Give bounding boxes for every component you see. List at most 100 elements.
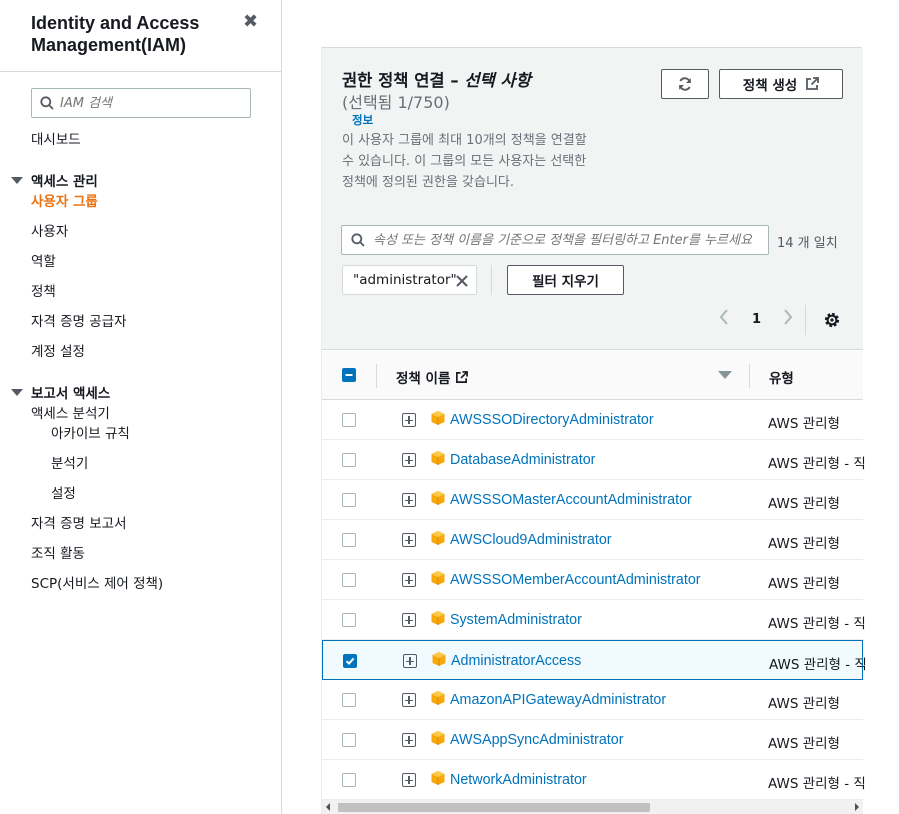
policy-name-link[interactable]: AWSSSOMemberAccountAdministrator xyxy=(450,572,701,588)
policy-filter-input[interactable] xyxy=(373,232,763,248)
create-policy-label: 정책 생성 xyxy=(742,78,798,94)
expand-row-icon[interactable] xyxy=(402,733,416,747)
table-row[interactable]: NetworkAdministrator AWS 관리형 - 직 xyxy=(322,760,866,800)
expand-row-icon[interactable] xyxy=(402,493,416,507)
policy-name-link[interactable]: AWSAppSyncAdministrator xyxy=(450,732,623,748)
selected-count: (선택됨 1/750) xyxy=(342,93,450,112)
sidebar-item-dashboard[interactable]: 대시보드 xyxy=(31,128,81,148)
horizontal-scrollbar[interactable] xyxy=(322,800,863,814)
check-icon xyxy=(345,657,355,666)
create-policy-button[interactable]: 정책 생성 xyxy=(719,69,843,99)
refresh-button[interactable] xyxy=(661,69,709,99)
sidebar-item-scps[interactable]: SCP(서비스 제어 정책) xyxy=(31,572,163,592)
expand-row-icon[interactable] xyxy=(402,693,416,707)
sort-down-icon[interactable] xyxy=(718,371,732,379)
table-row[interactable]: AWSSSOMemberAccountAdministrator AWS 관리형 xyxy=(322,560,863,600)
divider xyxy=(491,265,492,295)
policy-name-link[interactable]: AmazonAPIGatewayAdministrator xyxy=(450,692,666,708)
policy-name-link[interactable]: AdministratorAccess xyxy=(451,653,581,669)
page-number[interactable]: 1 xyxy=(752,312,761,327)
table-row[interactable]: AWSSSODirectoryAdministrator AWS 관리형 xyxy=(322,400,863,440)
sidebar-item-organization-activity[interactable]: 조직 활동 xyxy=(31,542,85,562)
sidebar-item-account-settings[interactable]: 계정 설정 xyxy=(31,340,85,360)
close-sidebar-icon[interactable]: ✖ xyxy=(243,12,259,32)
sidebar-header: Identity and Access Management(IAM) ✖ xyxy=(0,0,281,72)
filter-token: "administrator" xyxy=(342,265,477,295)
table-row[interactable]: AmazonAPIGatewayAdministrator AWS 관리형 xyxy=(322,680,863,720)
expand-row-icon[interactable] xyxy=(402,533,416,547)
column-divider xyxy=(749,364,750,388)
expand-row-icon[interactable] xyxy=(402,573,416,587)
sidebar-item-identity-providers[interactable]: 자격 증명 공급자 xyxy=(31,310,127,330)
row-checkbox[interactable] xyxy=(343,654,357,668)
policy-type: AWS 관리형 - 직 xyxy=(769,657,867,673)
policy-icon xyxy=(431,571,445,585)
column-header-policy-name[interactable]: 정책 이름 xyxy=(396,367,469,387)
row-checkbox[interactable] xyxy=(342,533,356,547)
policy-type: AWS 관리형 - 직 xyxy=(768,776,866,792)
sidebar-item-archive-rules[interactable]: 아카이브 규칙 xyxy=(51,422,130,442)
iam-search-input[interactable] xyxy=(60,95,230,111)
expand-row-icon[interactable] xyxy=(402,453,416,467)
external-link-icon xyxy=(806,77,820,90)
sidebar-item-users[interactable]: 사용자 xyxy=(31,220,68,240)
policy-name-link[interactable]: AWSCloud9Administrator xyxy=(450,532,612,548)
policy-name-link[interactable]: AWSSSODirectoryAdministrator xyxy=(450,412,654,428)
scrollbar-thumb[interactable] xyxy=(338,803,650,812)
sidebar-item-policies[interactable]: 정책 xyxy=(31,280,56,300)
panel-description: 이 사용자 그룹에 최대 10개의 정책을 연결할 수 있습니다. 이 그룹의 … xyxy=(342,133,587,190)
row-checkbox[interactable] xyxy=(342,693,356,707)
sidebar-item-user-groups[interactable]: 사용자 그룹 xyxy=(31,190,98,210)
chevron-right-icon[interactable] xyxy=(782,308,794,326)
policy-type: AWS 관리형 xyxy=(768,416,840,432)
scroll-right-arrow-icon[interactable] xyxy=(855,803,859,811)
policy-name-link[interactable]: AWSSSOMasterAccountAdministrator xyxy=(450,492,692,508)
policy-icon xyxy=(431,491,445,505)
row-checkbox[interactable] xyxy=(342,773,356,787)
divider xyxy=(805,305,806,335)
policy-filter[interactable] xyxy=(341,225,769,255)
row-checkbox[interactable] xyxy=(342,573,356,587)
table-row[interactable]: AWSAppSyncAdministrator AWS 관리형 xyxy=(322,720,863,760)
sidebar-item-credential-report[interactable]: 자격 증명 보고서 xyxy=(31,512,127,532)
row-checkbox[interactable] xyxy=(342,413,356,427)
sidebar-item-access-analyzer[interactable]: 액세스 분석기 xyxy=(31,402,110,422)
expand-row-icon[interactable] xyxy=(402,773,416,787)
scroll-left-arrow-icon[interactable] xyxy=(326,803,330,811)
column-header-type[interactable]: 유형 xyxy=(769,367,794,387)
sidebar-item-analyzers[interactable]: 분석기 xyxy=(51,452,88,472)
select-all-checkbox[interactable] xyxy=(342,368,356,382)
table-row[interactable]: AWSSSOMasterAccountAdministrator AWS 관리형 xyxy=(322,480,863,520)
policy-name-link[interactable]: NetworkAdministrator xyxy=(450,772,587,788)
expand-row-icon[interactable] xyxy=(402,613,416,627)
row-checkbox[interactable] xyxy=(342,613,356,627)
row-checkbox[interactable] xyxy=(342,733,356,747)
expand-row-icon[interactable] xyxy=(403,654,417,668)
filter-token-label: "administrator" xyxy=(353,272,457,288)
table-row[interactable]: AdministratorAccess AWS 관리형 - 직 xyxy=(322,640,867,680)
sidebar-group-access-reports[interactable]: 보고서 액세스 xyxy=(11,382,110,402)
sidebar-item-settings[interactable]: 설정 xyxy=(51,482,76,502)
minus-icon xyxy=(345,374,353,376)
row-checkbox[interactable] xyxy=(342,493,356,507)
policy-icon xyxy=(431,531,445,545)
table-row[interactable]: SystemAdministrator AWS 관리형 - 직 xyxy=(322,600,866,640)
attach-policies-panel: 권한 정책 연결 – 선택 사항 (선택됨 1/750) 정보 이 사용자 그룹… xyxy=(321,47,867,814)
info-link[interactable]: 정보 xyxy=(352,112,373,128)
policy-name-link[interactable]: SystemAdministrator xyxy=(450,612,582,628)
search-icon xyxy=(351,233,365,247)
table-row[interactable]: AWSCloud9Administrator AWS 관리형 xyxy=(322,520,863,560)
iam-search[interactable] xyxy=(31,88,251,118)
expand-row-icon[interactable] xyxy=(402,413,416,427)
policy-icon xyxy=(431,411,445,425)
chevron-left-icon[interactable] xyxy=(718,308,730,326)
sidebar-group-access-management[interactable]: 액세스 관리 xyxy=(11,170,98,190)
table-row[interactable]: DatabaseAdministrator AWS 관리형 - 직 xyxy=(322,440,866,480)
remove-filter-icon[interactable] xyxy=(455,274,469,288)
policy-type: AWS 관리형 - 직 xyxy=(768,616,866,632)
row-checkbox[interactable] xyxy=(342,453,356,467)
policy-name-link[interactable]: DatabaseAdministrator xyxy=(450,452,595,468)
gear-icon[interactable] xyxy=(822,310,842,330)
sidebar-item-roles[interactable]: 역할 xyxy=(31,250,56,270)
clear-filters-button[interactable]: 필터 지우기 xyxy=(507,265,624,295)
